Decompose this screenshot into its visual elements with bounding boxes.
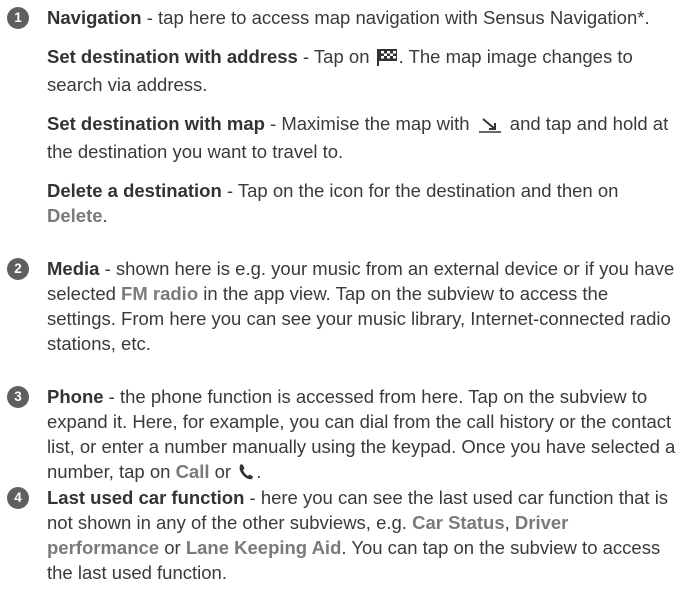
paragraph-phone: Phone - the phone function is accessed f… <box>47 384 676 487</box>
text-car-sep1: , <box>504 512 515 533</box>
ui-term-delete: Delete <box>47 205 103 226</box>
text-map-pre: - Maximise the map with <box>264 113 475 134</box>
ui-term-lane-keeping-aid: Lane Keeping Aid <box>185 537 342 558</box>
list-item-phone: 3 Phone - the phone function is accessed… <box>0 384 676 487</box>
checkered-flag-icon <box>376 47 397 72</box>
term-set-destination-address: Set destination with address <box>47 46 298 67</box>
paragraph-set-destination-map: Set destination with map - Maximise the … <box>47 111 676 164</box>
text-delete-pre: - Tap on the icon for the destination an… <box>221 180 619 201</box>
list-item-media: 2 Media - shown here is e.g. your music … <box>0 256 676 356</box>
term-media: Media <box>47 258 100 279</box>
expand-arrow-icon <box>477 114 503 139</box>
ui-term-car-status: Car Status <box>412 512 505 533</box>
ui-term-fm-radio: FM radio <box>121 283 199 304</box>
text-phone-post: . <box>256 461 262 482</box>
number-badge-3: 3 <box>7 386 29 408</box>
paragraph-set-destination-address: Set destination with address - Tap on . … <box>47 44 676 97</box>
ui-term-call: Call <box>175 461 210 482</box>
paragraph-last-used-car-function: Last used car function - here you can se… <box>47 485 676 585</box>
text-car-sep2: or <box>159 537 186 558</box>
paragraph-delete-destination: Delete a destination - Tap on the icon f… <box>47 178 676 228</box>
term-phone: Phone <box>47 386 104 407</box>
text-delete-post: . <box>102 205 108 226</box>
text-phone-mid: or <box>209 461 237 482</box>
number-badge-4: 4 <box>7 487 29 509</box>
number-badge-2: 2 <box>7 258 29 280</box>
number-badge-1: 1 <box>7 7 29 29</box>
text-navigation: - tap here to access map navigation with… <box>141 7 650 28</box>
term-set-destination-map: Set destination with map <box>47 113 265 134</box>
list-item-last-used-car-function: 4 Last used car function - here you can … <box>0 485 676 585</box>
term-delete-destination: Delete a destination <box>47 180 222 201</box>
paragraph-media: Media - shown here is e.g. your music fr… <box>47 256 676 356</box>
list-item-navigation: 1 Navigation - tap here to access map na… <box>0 5 676 228</box>
text-phone-pre: - the phone function is accessed from he… <box>47 386 676 482</box>
text-address-pre: - Tap on <box>297 46 375 67</box>
paragraph-navigation: Navigation - tap here to access map navi… <box>47 5 676 30</box>
document: 1 Navigation - tap here to access map na… <box>0 0 680 604</box>
term-navigation: Navigation <box>47 7 142 28</box>
phone-handset-icon <box>238 462 254 487</box>
term-last-used-car-function: Last used car function <box>47 487 245 508</box>
